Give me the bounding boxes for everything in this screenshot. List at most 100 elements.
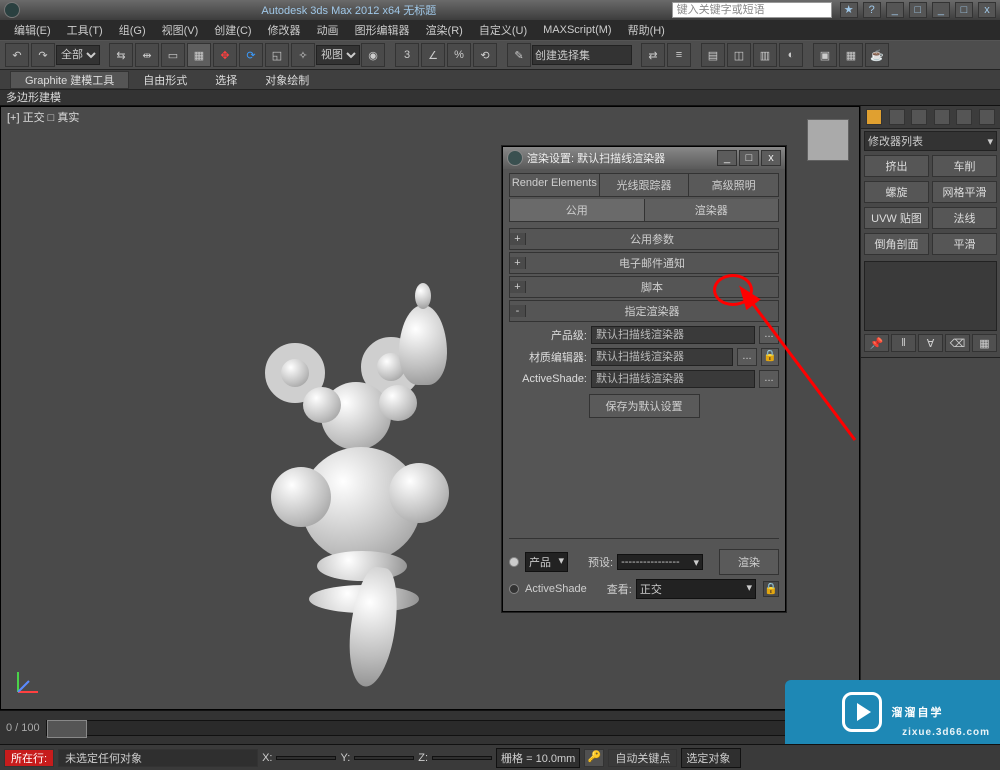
radio-activeshade[interactable] bbox=[509, 584, 519, 594]
menu-render[interactable]: 渲染(R) bbox=[418, 22, 471, 38]
key-selset[interactable]: 选定对象 bbox=[681, 748, 741, 768]
ribbon-tab-paint[interactable]: 对象绘制 bbox=[251, 72, 323, 88]
tab-raytracer[interactable]: 光线跟踪器 bbox=[600, 174, 690, 196]
viewport-label[interactable]: [+] 正交 □ 真实 bbox=[7, 109, 79, 125]
snap-icon[interactable]: ✧ bbox=[291, 43, 315, 67]
snap3-icon[interactable]: 3 bbox=[395, 43, 419, 67]
coord-x-field[interactable] bbox=[276, 756, 336, 760]
coord-z-field[interactable] bbox=[432, 756, 492, 760]
align-icon[interactable]: ≡ bbox=[667, 43, 691, 67]
ref-coord-dropdown[interactable]: 视图 bbox=[316, 45, 360, 65]
menu-edit[interactable]: 编辑(E) bbox=[6, 22, 59, 38]
ribbon-tab-freeform[interactable]: 自由形式 bbox=[129, 72, 201, 88]
ribbon-tab-select[interactable]: 选择 bbox=[201, 72, 251, 88]
close-button[interactable]: x bbox=[978, 2, 996, 18]
tab-utils-icon[interactable] bbox=[979, 109, 995, 125]
menu-custom[interactable]: 自定义(U) bbox=[471, 22, 535, 38]
lock-view-icon[interactable]: 🔒 bbox=[763, 581, 779, 597]
pctsnap-icon[interactable]: % bbox=[447, 43, 471, 67]
scale-icon[interactable]: ◱ bbox=[265, 43, 289, 67]
menu-anim[interactable]: 动画 bbox=[309, 22, 347, 38]
target-dropdown[interactable]: 产品 bbox=[525, 552, 568, 572]
filter-dropdown[interactable]: 全部 bbox=[56, 45, 100, 65]
rotate-icon[interactable]: ⟳ bbox=[239, 43, 263, 67]
tab-modify-icon[interactable] bbox=[889, 109, 905, 125]
coord-y-field[interactable] bbox=[354, 756, 414, 760]
view-dropdown[interactable]: 正交 bbox=[636, 579, 756, 599]
select-icon[interactable]: ▭ bbox=[161, 43, 185, 67]
named-selection-set[interactable] bbox=[532, 45, 632, 65]
tab-motion-icon[interactable] bbox=[934, 109, 950, 125]
mod-btn-normal[interactable]: 法线 bbox=[932, 207, 997, 229]
render-setup-icon[interactable]: ▣ bbox=[813, 43, 837, 67]
tab-display-icon[interactable] bbox=[956, 109, 972, 125]
rollout-common-params[interactable]: +公用参数 bbox=[509, 228, 779, 250]
tab-create-icon[interactable] bbox=[866, 109, 882, 125]
move-icon[interactable]: ✥ bbox=[213, 43, 237, 67]
tab-hierarchy-icon[interactable] bbox=[911, 109, 927, 125]
menu-maxscript[interactable]: MAXScript(M) bbox=[535, 24, 619, 36]
spinsnap-icon[interactable]: ⟲ bbox=[473, 43, 497, 67]
choose-mateditor-renderer-button[interactable]: ... bbox=[737, 348, 757, 366]
maximize-button[interactable]: □ bbox=[955, 2, 973, 18]
aux-button-1[interactable]: ★ bbox=[840, 2, 858, 18]
pivot-icon[interactable]: ◉ bbox=[361, 43, 385, 67]
mod-btn-smooth[interactable]: 平滑 bbox=[932, 233, 997, 255]
select-rect-icon[interactable]: ▦ bbox=[187, 43, 211, 67]
menu-create[interactable]: 创建(C) bbox=[206, 22, 259, 38]
menu-view[interactable]: 视图(V) bbox=[154, 22, 207, 38]
menu-group[interactable]: 组(G) bbox=[111, 22, 154, 38]
anglesnap-icon[interactable]: ∠ bbox=[421, 43, 445, 67]
mod-btn-bevel[interactable]: 倒角剖面 bbox=[864, 233, 929, 255]
dialog-maximize-button[interactable]: □ bbox=[739, 150, 759, 166]
menu-tools[interactable]: 工具(T) bbox=[59, 22, 111, 38]
ribbon-tab-graphite[interactable]: Graphite 建模工具 bbox=[10, 71, 129, 89]
minimize-button[interactable]: _ bbox=[932, 2, 950, 18]
link-icon[interactable]: ⇆ bbox=[109, 43, 133, 67]
redo-icon[interactable]: ↷ bbox=[31, 43, 55, 67]
rollout-email[interactable]: +电子邮件通知 bbox=[509, 252, 779, 274]
mod-btn-lathe[interactable]: 车削 bbox=[932, 155, 997, 177]
rollout-script[interactable]: +脚本 bbox=[509, 276, 779, 298]
aux-button-4[interactable]: □ bbox=[909, 2, 927, 18]
undo-icon[interactable]: ↶ bbox=[5, 43, 29, 67]
aux-button-2[interactable]: ? bbox=[863, 2, 881, 18]
schematic-icon[interactable]: ▥ bbox=[753, 43, 777, 67]
choose-production-renderer-button[interactable]: ... bbox=[759, 326, 779, 344]
make-unique-icon[interactable]: ∀ bbox=[918, 334, 943, 352]
dialog-close-button[interactable]: x bbox=[761, 150, 781, 166]
configure-icon[interactable]: ▦ bbox=[972, 334, 997, 352]
tab-common[interactable]: 公用 bbox=[510, 199, 645, 221]
save-as-default-button[interactable]: 保存为默认设置 bbox=[589, 394, 700, 418]
auto-key-button[interactable]: 自动关键点 bbox=[608, 749, 677, 767]
key-lock-icon[interactable]: 🔑 bbox=[584, 749, 604, 767]
modifier-stack[interactable] bbox=[864, 261, 997, 331]
rollout-assign-renderer[interactable]: -指定渲染器 bbox=[509, 300, 779, 322]
unlink-icon[interactable]: ⇹ bbox=[135, 43, 159, 67]
tab-advlight[interactable]: 高级照明 bbox=[689, 174, 778, 196]
mod-btn-meshsmooth[interactable]: 网格平滑 bbox=[932, 181, 997, 203]
dialog-titlebar[interactable]: 渲染设置: 默认扫描线渲染器 _ □ x bbox=[503, 147, 785, 169]
layer-icon[interactable]: ▤ bbox=[701, 43, 725, 67]
menu-grapheditor[interactable]: 图形编辑器 bbox=[347, 22, 418, 38]
dialog-minimize-button[interactable]: _ bbox=[717, 150, 737, 166]
preset-dropdown[interactable]: ---------------- bbox=[617, 554, 703, 570]
mod-btn-uvw[interactable]: UVW 贴图 bbox=[864, 207, 929, 229]
lock-mateditor-icon[interactable]: 🔒 bbox=[761, 348, 779, 366]
menu-help[interactable]: 帮助(H) bbox=[620, 22, 673, 38]
show-end-icon[interactable]: ‖ bbox=[891, 334, 916, 352]
radio-production[interactable] bbox=[509, 557, 519, 567]
mirror-icon[interactable]: ⇄ bbox=[641, 43, 665, 67]
material-ed-icon[interactable]: ◐ bbox=[779, 43, 803, 67]
viewcube-icon[interactable] bbox=[807, 119, 849, 161]
aux-button-3[interactable]: _ bbox=[886, 2, 904, 18]
tab-render-elements[interactable]: Render Elements bbox=[510, 174, 600, 196]
modifier-list-dropdown[interactable]: 修改器列表▾ bbox=[864, 131, 997, 151]
curve-ed-icon[interactable]: ◫ bbox=[727, 43, 751, 67]
render-icon[interactable]: ☕ bbox=[865, 43, 889, 67]
render-frame-icon[interactable]: ▦ bbox=[839, 43, 863, 67]
remove-mod-icon[interactable]: ⌫ bbox=[945, 334, 970, 352]
help-search-input[interactable]: 键入关键字或短语 bbox=[672, 2, 832, 18]
choose-activeshade-renderer-button[interactable]: ... bbox=[759, 370, 779, 388]
mod-btn-spiral[interactable]: 螺旋 bbox=[864, 181, 929, 203]
